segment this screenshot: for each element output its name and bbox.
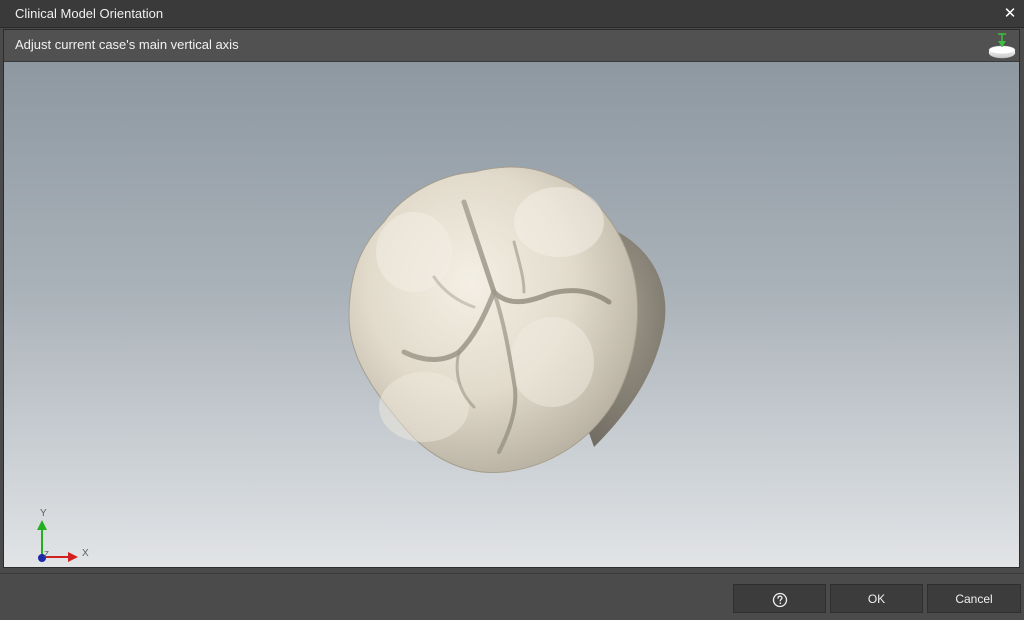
orientation-panel: Adjust current case's main vertical axis (3, 29, 1020, 568)
close-button[interactable]: ✕ (1000, 3, 1020, 23)
cancel-button[interactable]: Cancel (927, 584, 1021, 613)
dialog-window: Clinical Model Orientation ✕ Adjust curr… (0, 0, 1024, 620)
panel-header: Adjust current case's main vertical axis (4, 30, 1019, 62)
axis-y-label: Y (40, 508, 47, 519)
close-icon: ✕ (1003, 4, 1017, 22)
help-button[interactable] (733, 584, 826, 613)
question-circle-icon (772, 592, 787, 607)
window-title: Clinical Model Orientation (15, 6, 164, 21)
title-bar: Clinical Model Orientation ✕ (0, 0, 1024, 28)
axis-z-label: Z (44, 550, 49, 559)
axis-x-label: X (82, 548, 89, 559)
tooth-model[interactable] (4, 62, 1019, 567)
3d-viewport[interactable]: Y X Z (4, 62, 1019, 567)
vertical-axis-orientation-icon[interactable] (987, 31, 1017, 61)
ok-button[interactable]: OK (830, 584, 923, 613)
panel-instruction: Adjust current case's main vertical axis (15, 37, 239, 52)
dialog-footer: OK Cancel (0, 573, 1024, 620)
